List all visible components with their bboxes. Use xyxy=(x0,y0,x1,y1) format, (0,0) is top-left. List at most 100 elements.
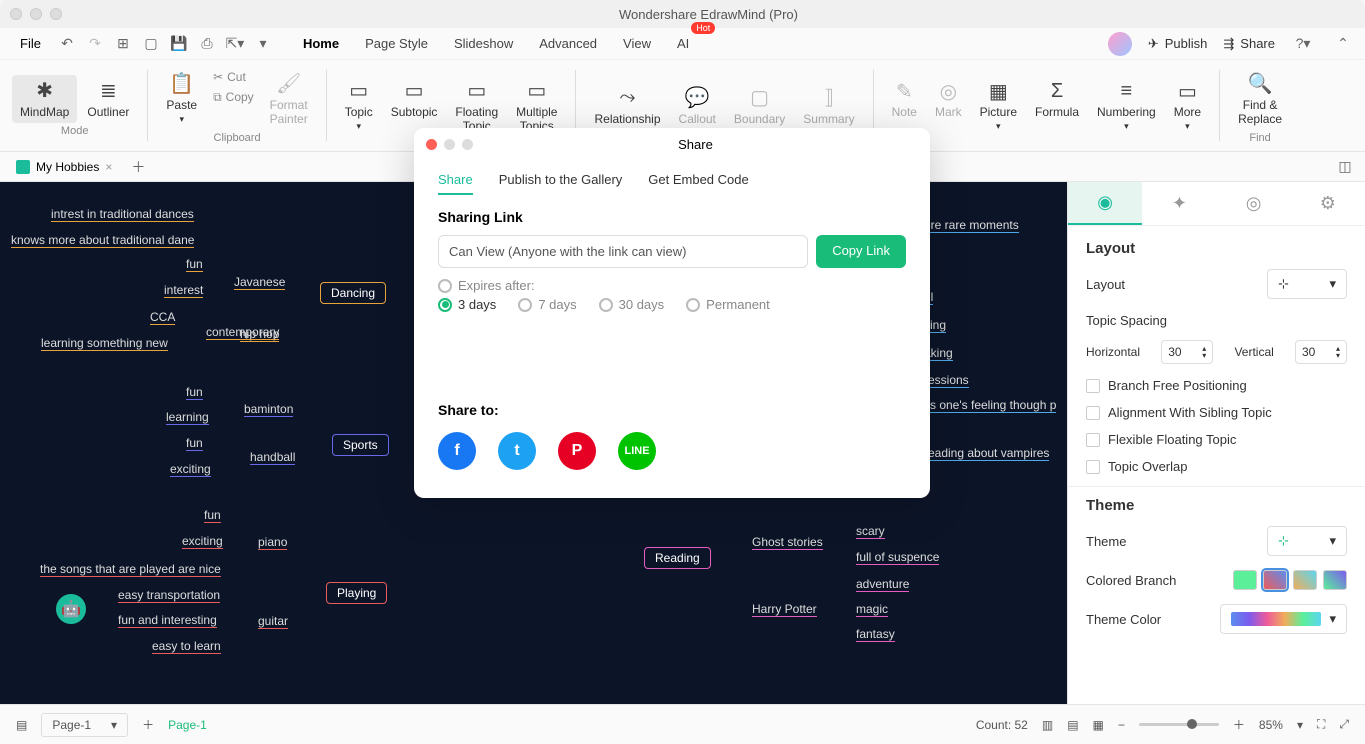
radio-30days[interactable] xyxy=(599,298,613,312)
zoom-dropdown[interactable]: ▾ xyxy=(1297,718,1303,732)
paste-button[interactable]: 📋Paste▾ xyxy=(158,68,205,130)
leaf-suspence[interactable]: full of suspence xyxy=(856,550,939,565)
node-playing[interactable]: Playing xyxy=(326,582,387,604)
dialog-maximize-button[interactable] xyxy=(462,139,473,150)
minimize-window-button[interactable] xyxy=(30,8,42,20)
node-reading[interactable]: Reading xyxy=(644,547,711,569)
leaf-cca[interactable]: CCA xyxy=(150,310,175,325)
zoom-out-button[interactable]: − xyxy=(1118,718,1125,732)
leaf-fun3[interactable]: fun xyxy=(186,436,203,451)
outliner-mode-button[interactable]: ≣Outliner xyxy=(79,75,137,123)
branch-free-checkbox[interactable] xyxy=(1086,379,1100,393)
layout-select[interactable]: ⊹▾ xyxy=(1267,269,1347,299)
relationship-button[interactable]: ⤳Relationship xyxy=(586,82,668,130)
theme-color-select[interactable]: ▾ xyxy=(1220,604,1347,634)
leaf-contemporary[interactable]: contemporary xyxy=(206,325,279,340)
dialog-tab-embed[interactable]: Get Embed Code xyxy=(648,166,748,195)
node-sports[interactable]: Sports xyxy=(332,434,389,456)
summary-button[interactable]: ⟧Summary xyxy=(795,82,862,130)
leaf-fun2[interactable]: fun xyxy=(186,385,203,400)
close-window-button[interactable] xyxy=(10,8,22,20)
maximize-window-button[interactable] xyxy=(50,8,62,20)
tab-home[interactable]: Home xyxy=(299,30,343,57)
leaf-exciting2[interactable]: exciting xyxy=(182,534,223,549)
topic-button[interactable]: ▭Topic▾ xyxy=(337,75,381,137)
leaf-learning[interactable]: learning xyxy=(166,410,209,425)
tab-view[interactable]: View xyxy=(619,30,655,57)
branch-swatch-3[interactable] xyxy=(1293,570,1317,590)
leaf-ghost[interactable]: Ghost stories xyxy=(752,535,823,550)
format-painter-button[interactable]: 🖌Format Painter xyxy=(262,68,316,130)
user-avatar[interactable] xyxy=(1108,32,1132,56)
dialog-tab-gallery[interactable]: Publish to the Gallery xyxy=(499,166,623,195)
view-mode-3[interactable]: ▦ xyxy=(1093,718,1104,732)
leaf-baminton[interactable]: baminton xyxy=(244,402,293,417)
leaf-vampires[interactable]: reading about vampires xyxy=(924,446,1049,461)
panel-tab-layout[interactable]: ◉ xyxy=(1068,182,1142,225)
print-button[interactable]: ⎙ xyxy=(195,32,219,56)
branch-swatch-1[interactable] xyxy=(1233,570,1257,590)
leaf-handball[interactable]: handball xyxy=(250,450,295,465)
numbering-button[interactable]: ≡Numbering▾ xyxy=(1089,75,1164,136)
panel-tab-mark[interactable]: ◎ xyxy=(1217,182,1291,225)
add-page-button[interactable]: ＋ xyxy=(142,716,154,733)
copy-link-button[interactable]: Copy Link xyxy=(816,235,906,268)
fullscreen-button[interactable]: ⤢ xyxy=(1339,717,1349,732)
leaf-magic[interactable]: magic xyxy=(856,602,888,617)
mindmap-mode-button[interactable]: ✱MindMap xyxy=(12,75,77,123)
callout-button[interactable]: 💬Callout xyxy=(671,82,724,130)
leaf-learning-new[interactable]: learning something new xyxy=(41,336,168,351)
leaf-knows-more[interactable]: knows more about traditional dane xyxy=(11,233,194,248)
share-pinterest-button[interactable]: P xyxy=(558,432,596,470)
pages-icon[interactable]: ▤ xyxy=(16,718,27,732)
find-replace-button[interactable]: 🔍Find & Replace xyxy=(1230,68,1290,130)
open-button[interactable]: ▢ xyxy=(139,32,163,56)
leaf-javanese[interactable]: Javanese xyxy=(234,275,285,290)
leaf-scary[interactable]: scary xyxy=(856,524,885,539)
picture-button[interactable]: ▦Picture▾ xyxy=(972,75,1025,136)
leaf-ressions[interactable]: ressions xyxy=(924,373,969,388)
dialog-minimize-button[interactable] xyxy=(444,139,455,150)
leaf-feeling[interactable]: ss one's feeling though p xyxy=(924,398,1056,413)
share-facebook-button[interactable]: f xyxy=(438,432,476,470)
dialog-close-button[interactable] xyxy=(426,139,437,150)
more-qat-button[interactable]: ▾ xyxy=(251,32,275,56)
tab-ai[interactable]: AIHot xyxy=(673,30,693,57)
theme-select[interactable]: ⊹▾ xyxy=(1267,526,1347,556)
cut-button[interactable]: ✂Cut xyxy=(207,68,260,86)
save-button[interactable]: 💾 xyxy=(167,32,191,56)
ai-chat-button[interactable]: 🤖 xyxy=(56,594,86,624)
topic-overlap-checkbox[interactable] xyxy=(1086,460,1100,474)
page-select[interactable]: Page-1▾ xyxy=(41,713,128,737)
radio-3days[interactable] xyxy=(438,298,452,312)
share-button[interactable]: ⇶Share xyxy=(1223,36,1275,52)
node-dancing[interactable]: Dancing xyxy=(320,282,386,304)
copy-button[interactable]: ⧉Copy xyxy=(207,88,260,107)
radio-7days[interactable] xyxy=(518,298,532,312)
vertical-input[interactable]: 30▴▾ xyxy=(1295,340,1347,364)
leaf-easy-learn[interactable]: easy to learn xyxy=(152,639,221,654)
zoom-slider[interactable] xyxy=(1139,723,1219,726)
more-button[interactable]: ▭More▾ xyxy=(1166,75,1209,136)
leaf-guitar[interactable]: guitar xyxy=(258,614,288,629)
tab-advanced[interactable]: Advanced xyxy=(535,30,601,57)
leaf-harry[interactable]: Harry Potter xyxy=(752,602,817,617)
new-button[interactable]: ⊞ xyxy=(111,32,135,56)
share-line-button[interactable]: LINE xyxy=(618,432,656,470)
tab-slideshow[interactable]: Slideshow xyxy=(450,30,517,57)
share-link-input[interactable]: Can View (Anyone with the link can view) xyxy=(438,235,808,268)
leaf-exciting[interactable]: exciting xyxy=(170,462,211,477)
panel-tab-settings[interactable]: ⚙ xyxy=(1291,182,1365,225)
branch-swatch-4[interactable] xyxy=(1323,570,1347,590)
mark-button[interactable]: ◎Mark xyxy=(927,75,970,136)
add-tab-button[interactable]: ＋ xyxy=(126,155,150,179)
view-mode-2[interactable]: ▤ xyxy=(1067,718,1078,732)
leaf-piano[interactable]: piano xyxy=(258,535,287,550)
close-tab-button[interactable]: × xyxy=(105,160,112,174)
file-menu[interactable]: File xyxy=(10,32,51,55)
leaf-fantasy[interactable]: fantasy xyxy=(856,627,895,642)
page-tab[interactable]: Page-1 xyxy=(168,718,207,732)
leaf-easy-trans[interactable]: easy transportation xyxy=(118,588,220,603)
horizontal-input[interactable]: 30▴▾ xyxy=(1161,340,1213,364)
collapse-ribbon-button[interactable]: ⌃ xyxy=(1331,32,1355,56)
